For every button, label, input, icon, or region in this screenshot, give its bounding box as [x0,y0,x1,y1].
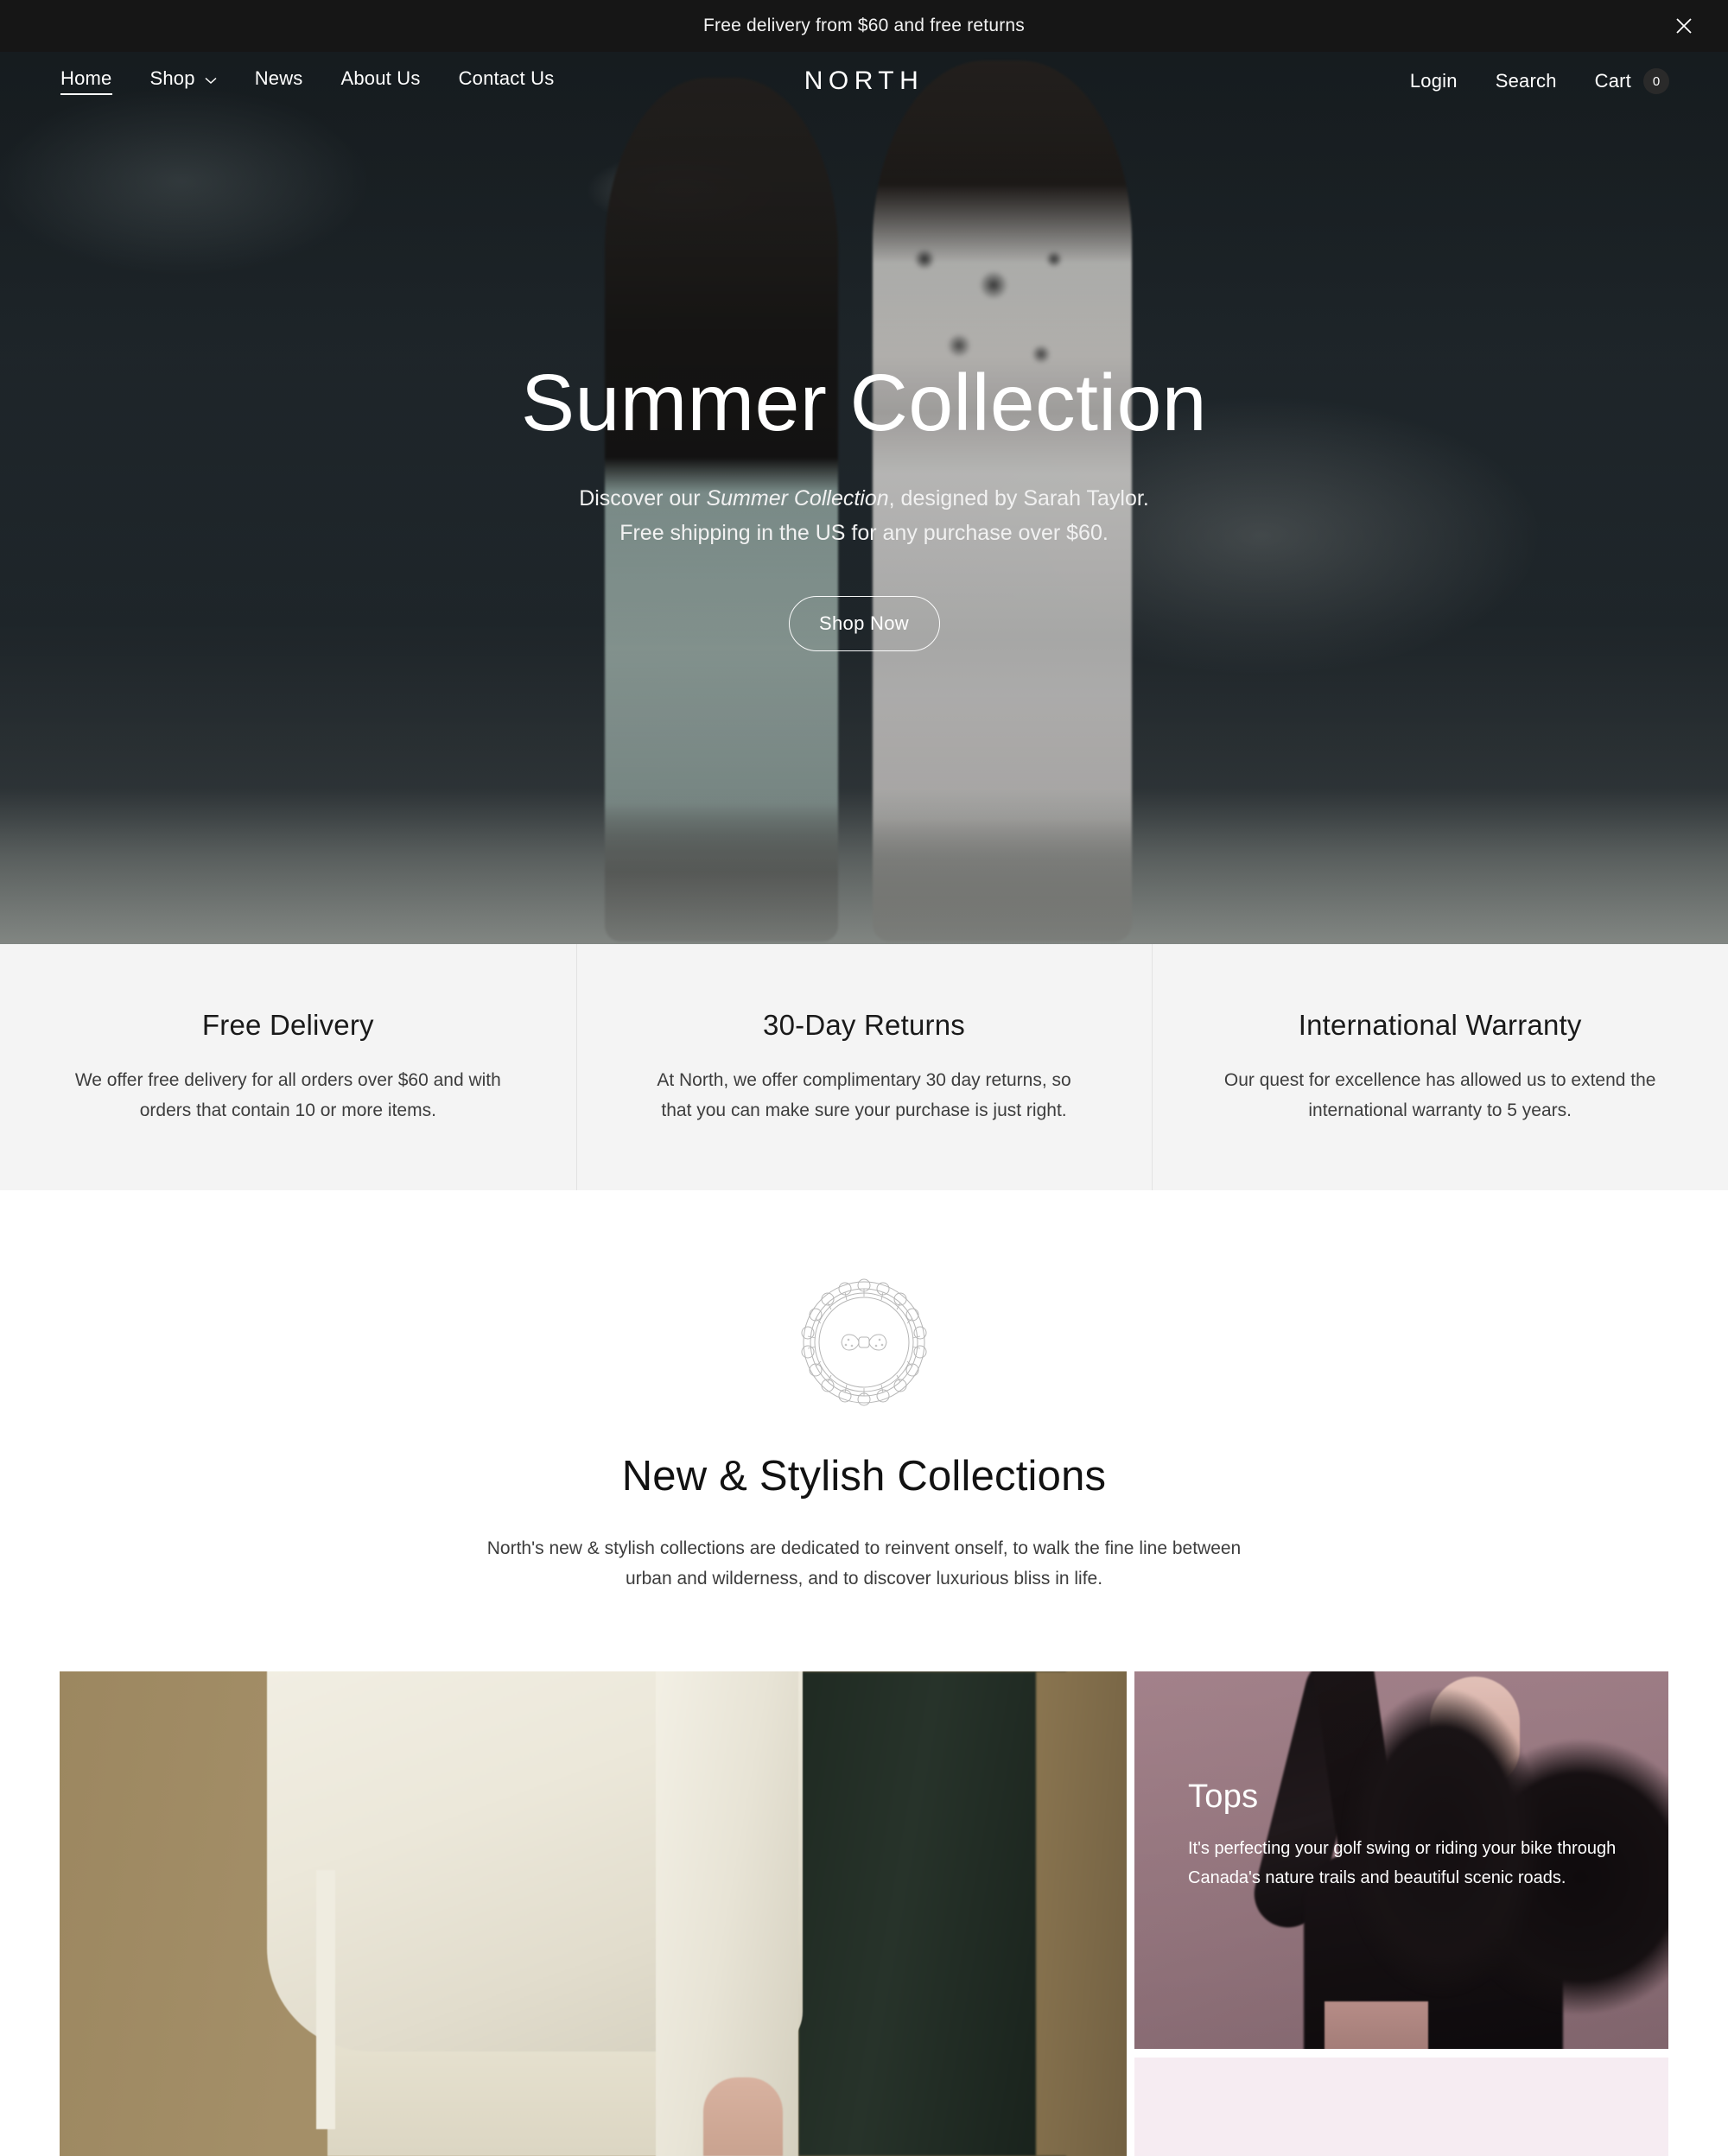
card-tops-title: Tops [1188,1779,1259,1815]
feature-title: 30-Day Returns [763,1009,965,1042]
card-large-trousers [327,2043,690,2156]
announcement-text: Free delivery from $60 and free returns [703,16,1025,35]
hero-content: Summer Collection Discover our Summer Co… [0,52,1728,944]
card-large-strap [316,1870,335,2129]
hero-title: Summer Collection [520,357,1208,447]
feature-international-warranty: International Warranty Our quest for exc… [1152,944,1728,1190]
close-icon[interactable] [1669,11,1699,41]
hero-subtitle-line2: Free shipping in the US for any purchase… [619,521,1109,545]
hero-subtitle-line1: Discover our Summer Collection, designed… [579,486,1149,510]
collections-intro-description: North's new & stylish collections are de… [486,1538,1242,1589]
card-large-side-panel [1036,1671,1127,2156]
feature-title: International Warranty [1298,1009,1582,1042]
feature-title: Free Delivery [201,1009,374,1042]
collections-intro-title: New & Stylish Collections [621,1453,1107,1500]
hero-subtitle-post: , designed by Sarah Taylor. [888,485,1149,510]
feature-description: Our quest for excellence has allowed us … [1223,1070,1656,1120]
collection-card-pink[interactable] [1134,2058,1668,2156]
collections-intro-section: New & Stylish Collections North's new & … [0,1190,1728,1688]
feature-30-day-returns: 30-Day Returns At North, we offer compli… [575,944,1153,1190]
card-large-hand [703,2077,783,2156]
shop-now-button[interactable]: Shop Now [788,595,940,651]
hero-subtitle-pre: Discover our [579,485,707,510]
card-large-dark-garment [798,1671,1066,2156]
feature-free-delivery: Free Delivery We offer free delivery for… [0,944,576,1190]
bow-rosette-icon [798,1277,930,1412]
hero-subtitle-emphasis: Summer Collection [706,485,889,510]
collection-card-tops[interactable]: Tops It's perfecting your golf swing or … [1134,1671,1668,2049]
card-tops-text-block: Tops It's perfecting your golf swing or … [1188,1779,1620,1893]
collection-cards-section: Tops It's perfecting your golf swing or … [0,1671,1728,2156]
feature-description: We offer free delivery for all orders ov… [74,1070,501,1120]
card-tops-description: It's perfecting your golf swing or ridin… [1188,1839,1617,1887]
features-section: Free Delivery We offer free delivery for… [0,944,1728,1190]
collection-card-large[interactable] [60,1671,1127,2156]
page-root: Free delivery from $60 and free returns … [0,0,1728,2156]
hero-subtitle: Discover our Summer Collection, designed… [579,481,1149,551]
announcement-bar: Free delivery from $60 and free returns [0,0,1728,52]
feature-description: At North, we offer complimentary 30 day … [657,1070,1071,1120]
